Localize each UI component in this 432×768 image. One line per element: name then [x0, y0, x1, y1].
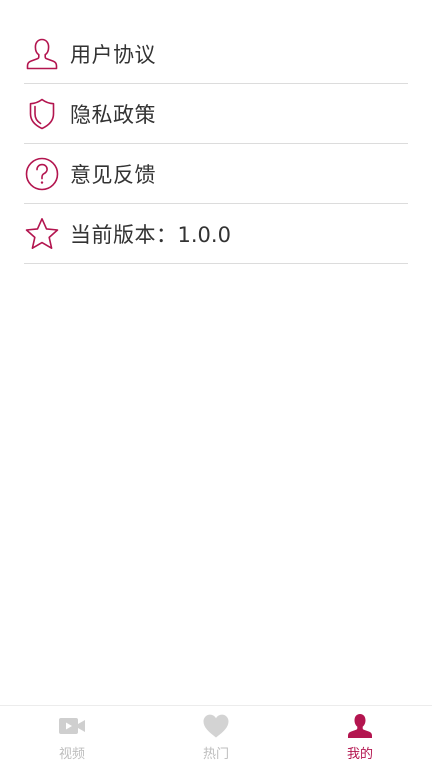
menu-item-privacy-policy[interactable]: 隐私政策 — [24, 84, 408, 144]
version-number: 1.0.0 — [177, 222, 231, 247]
menu-item-feedback[interactable]: 意见反馈 — [24, 144, 408, 204]
user-icon — [24, 36, 60, 72]
settings-menu: 用户协议 隐私政策 意见反馈 当前版本：1.0.0 — [24, 24, 408, 264]
video-icon — [58, 713, 86, 739]
star-icon — [24, 216, 60, 252]
profile-screen: 用户协议 隐私政策 意见反馈 当前版本：1.0.0 视频 热门 我的 — [0, 0, 432, 768]
menu-item-label: 用户协议 — [70, 42, 156, 67]
person-icon — [346, 713, 374, 739]
tab-label: 视频 — [58, 747, 85, 762]
version-prefix: 当前版本： — [70, 222, 178, 247]
tab-label: 我的 — [346, 747, 373, 762]
tab-mine[interactable]: 我的 — [288, 706, 432, 768]
tab-hot[interactable]: 热门 — [144, 706, 288, 768]
heart-icon — [202, 713, 230, 739]
tab-label: 热门 — [202, 747, 229, 762]
shield-icon — [24, 96, 60, 132]
menu-item-label: 意见反馈 — [70, 162, 156, 187]
menu-item-user-agreement[interactable]: 用户协议 — [24, 24, 408, 84]
version-label: 当前版本：1.0.0 — [70, 219, 231, 249]
menu-item-label: 隐私政策 — [70, 102, 156, 127]
menu-item-version: 当前版本：1.0.0 — [24, 204, 408, 264]
bottom-tab-bar: 视频 热门 我的 — [0, 705, 432, 768]
tab-video[interactable]: 视频 — [0, 706, 144, 768]
question-icon — [24, 156, 60, 192]
